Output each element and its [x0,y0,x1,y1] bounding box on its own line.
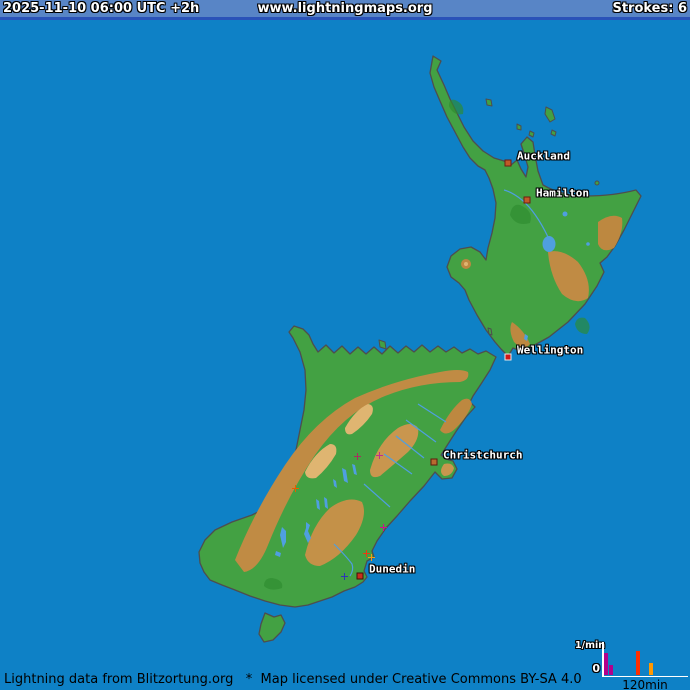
city-marker-wellington [505,354,512,361]
stewart-island-shape [259,613,285,642]
legend-bars [604,642,688,675]
city-marker-auckland [505,160,512,167]
stroke-arm-v [379,452,381,459]
legend-bar [604,653,608,675]
city-label-auckland: Auckland [517,150,570,163]
legend-bar [609,665,613,675]
attribution-text: Lightning data from Blitzortung.org * Ma… [4,672,582,687]
city-label-christchurch: Christchurch [443,449,522,462]
strokes-counter: Strokes: 6 [612,0,687,17]
city-label-dunedin: Dunedin [369,563,415,576]
stroke-arm-v [344,573,346,580]
lightning-stroke-marker [341,573,348,580]
stroke-arm-v [357,453,359,460]
top-status-bar: 2025-11-10 06:00 UTC +2h www.lightningma… [0,0,690,20]
activity-legend: 1/min 0 120min [575,642,689,690]
new-zealand-map[interactable] [0,0,690,690]
legend-x-axis [602,676,688,678]
lightning-stroke-marker [376,452,383,459]
site-title: www.lightningmaps.org [0,0,690,17]
lightning-stroke-marker [368,554,375,561]
lightning-map-app: 2025-11-10 06:00 UTC +2h www.lightningma… [0,0,690,690]
legend-window-label: 120min [602,678,688,690]
lightning-stroke-marker [380,524,387,531]
city-marker-hamilton [524,197,531,204]
stroke-arm-v [371,554,373,561]
stroke-arm-v [295,485,297,492]
city-marker-dunedin [357,573,364,580]
city-marker-christchurch [431,459,438,466]
legend-rate-label: 1/min [575,640,601,651]
legend-bar [636,651,640,675]
lightning-stroke-marker [354,453,361,460]
north-island-shape [430,56,641,356]
city-label-hamilton: Hamilton [536,187,589,200]
stroke-arm-v [383,524,385,531]
city-label-wellington: Wellington [517,344,583,357]
legend-bar [649,663,653,675]
lightning-stroke-marker [292,485,299,492]
